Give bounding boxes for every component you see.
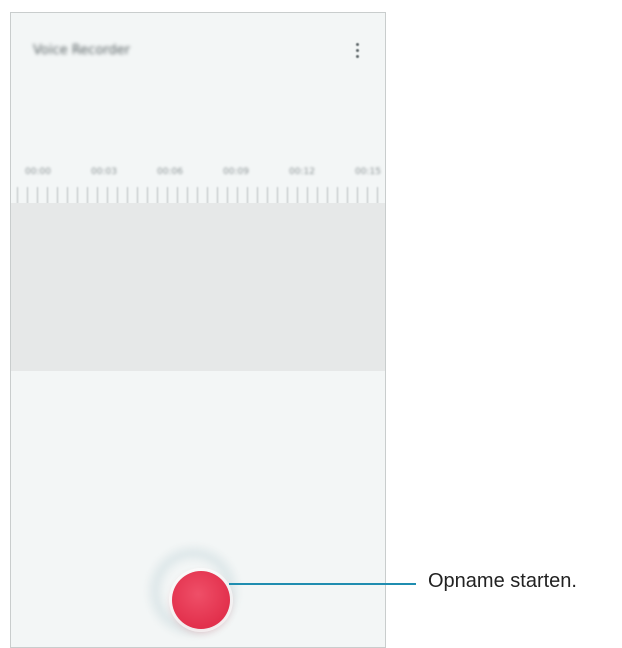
phone-screen: Voice Recorder 00:00 00:03 00:06 00:09 0… bbox=[10, 12, 386, 648]
callout-label: Opname starten. bbox=[428, 570, 577, 592]
app-title: Voice Recorder bbox=[33, 43, 130, 58]
timeline-label: 00:12 bbox=[289, 167, 315, 177]
timeline-label: 00:06 bbox=[157, 167, 183, 177]
more-options-button[interactable] bbox=[345, 35, 369, 65]
timeline-label: 00:03 bbox=[91, 167, 117, 177]
waveform-area bbox=[11, 203, 385, 371]
timeline-label: 00:00 bbox=[25, 167, 51, 177]
timeline-labels: 00:00 00:03 00:06 00:09 00:12 00:15 bbox=[25, 167, 381, 177]
more-vertical-icon bbox=[355, 42, 359, 58]
timeline-label: 00:09 bbox=[223, 167, 249, 177]
timeline-label: 00:15 bbox=[355, 167, 381, 177]
record-button[interactable] bbox=[172, 571, 230, 629]
callout-line bbox=[229, 583, 416, 585]
record-control bbox=[137, 535, 249, 647]
